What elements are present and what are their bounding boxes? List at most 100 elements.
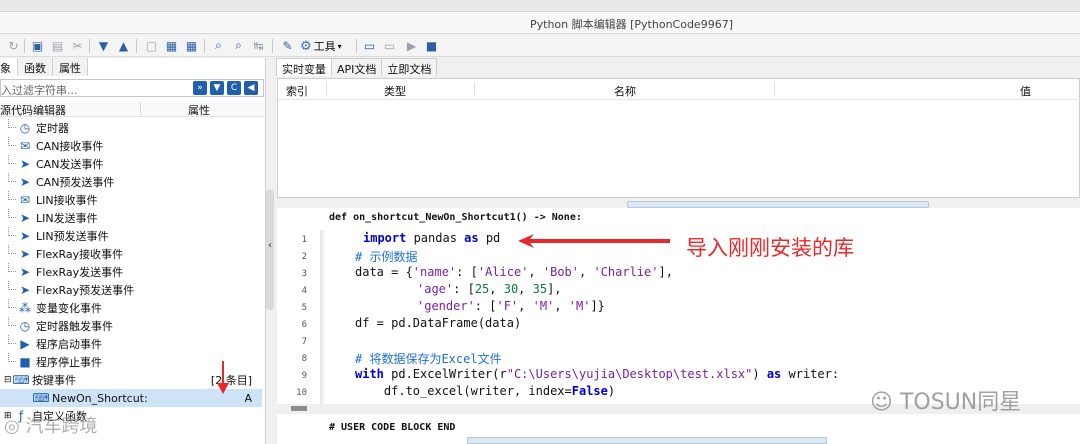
pencil-icon[interactable]: ✎ [280,38,295,53]
tree-item-lin-send[interactable]: ➤ LIN发送事件 [0,209,262,227]
column-index: 索引 [286,85,308,98]
fold-margin [321,230,324,412]
tree-item-variable-change[interactable]: ⁂ 变量变化事件 [0,299,262,317]
filter-input[interactable]: 入过滤字符串... » ▼ C ◀ [0,79,264,97]
tools-menu[interactable]: ⚙ 工具 ▾ [300,37,342,55]
open-folder-icon[interactable]: ▭ [362,38,377,53]
send-icon: ➤ [19,229,31,243]
tree-item-can-receive[interactable]: ✉ CAN接收事件 [0,137,262,155]
bottom-splitter[interactable] [467,437,827,444]
code-line-6[interactable]: df = pd.DataFrame(data) [355,316,1080,333]
column-type: 类型 [384,85,406,98]
tree-item-label: 定时器 [36,122,69,135]
run-icon[interactable]: ▶ [404,38,419,53]
right-tabs: 实时变量 API文档 立即文档 [276,58,438,76]
network-icon: ⁂ [19,301,31,315]
annotation-label: 导入刚刚安装的库 [686,236,854,260]
paste-icon[interactable]: ▤ [50,38,65,53]
tree-item-label: NewOn_Shortcut: [52,391,148,405]
send-icon: ➤ [19,157,31,171]
code-line-9[interactable]: with pd.ExcelWriter(r"C:\Users\yujia\Des… [355,367,1080,384]
tree-item-timer[interactable]: ◷ 定时器 [0,119,262,137]
tree-item-label: 定时器触发事件 [36,320,113,333]
tree-item-label: CAN接收事件 [36,140,104,153]
copy-icon[interactable]: ▣ [30,38,45,53]
open-file-icon[interactable]: ▢ [144,38,159,53]
red-arrow-icon [518,234,670,248]
line-number: 9 [301,371,307,381]
tree-item-label: FlexRay预发送事件 [36,284,135,297]
send-icon: ➤ [19,247,31,261]
code-line-3[interactable]: data = {'name': ['Alice', 'Bob', 'Charli… [355,265,1080,282]
keyboard-icon: ⌨ [12,373,30,387]
tab-api-docs[interactable]: API文档 [331,58,383,76]
code-line-5[interactable]: 'gender': ['F', 'M', 'M']} [417,299,1080,316]
tree-column-header: 源代码编辑器 属性 [0,100,264,117]
wechat-icon: ☺ [870,390,893,415]
tree-item-value: A [244,391,252,405]
send-icon: ➤ [19,211,31,225]
tab-instant-docs[interactable]: 立即文档 [381,58,438,76]
clear-filter-icon[interactable]: » [193,81,207,95]
search-icon[interactable]: ⌕ [211,38,226,53]
send-icon: ➤ [19,175,31,189]
brand-logo-icon: ◎ [4,416,20,437]
horizontal-splitter[interactable] [627,201,929,208]
stop-icon[interactable]: ■ [424,38,439,53]
tree-item-can-send[interactable]: ➤ CAN发送事件 [0,155,262,173]
tab-live-variables[interactable]: 实时变量 [276,58,332,76]
send-icon: ➤ [19,265,31,279]
save-as-icon[interactable]: ▦ [184,38,199,53]
scrollbar-thumb[interactable] [291,406,307,411]
line-number: 4 [301,286,307,296]
line-number: 5 [301,303,307,313]
code-line-7[interactable] [355,333,1080,350]
tree-item-flexray-receive[interactable]: ➤ FlexRay接收事件 [0,245,262,263]
line-number: 10 [296,388,307,398]
code-line-4[interactable]: 'age': [25, 30, 35], [417,282,1080,299]
envelope-icon: ✉ [19,193,31,207]
goto-icon[interactable]: ↹ [251,38,266,53]
column-property: 属性 [188,104,210,117]
play-icon: ▶ [20,337,30,351]
compile-icon[interactable]: ▭ [382,38,397,53]
tree-item-program-start[interactable]: ▶ 程序启动事件 [0,335,262,353]
line-number: 7 [301,337,307,347]
save-icon[interactable]: ▦ [164,38,179,53]
tab-objects[interactable]: 象 [0,58,18,76]
tree-item-label: LIN发送事件 [36,212,98,225]
column-source-editor: 源代码编辑器 [0,104,66,117]
cut-icon[interactable]: ✂ [70,38,85,53]
tree-item-flexray-presend[interactable]: ➤ FlexRay预发送事件 [0,281,262,299]
refresh-icon[interactable]: C [227,81,241,95]
collapse-panel-icon[interactable]: ‹ [268,240,272,251]
tree-item-flexray-send[interactable]: ➤ FlexRay发送事件 [0,263,262,281]
toolbar-separator [24,39,25,53]
envelope-icon: ✉ [19,139,31,153]
move-up-icon[interactable]: ▲ [116,38,131,53]
replace-icon[interactable]: ⌕ [231,38,246,53]
function-signature: def on_shortcut_NewOn_Shortcut1() -> Non… [329,212,582,223]
tree-item-label: CAN发送事件 [36,158,104,171]
left-panel: 象 函数 属性 入过滤字符串... » ▼ C ◀ 源代码编辑器 属性 ◷ 定时… [0,58,266,444]
move-down-icon[interactable]: ▼ [96,38,111,53]
expand-icon[interactable]: ◀ [244,81,258,95]
tab-functions[interactable]: 函数 [18,58,53,76]
toolbar-separator [89,39,90,53]
send-icon: ➤ [19,283,31,297]
column-divider [140,102,141,115]
filter-down-icon[interactable]: ▼ [210,81,224,95]
tree-item-label: FlexRay接收事件 [36,248,124,261]
tree-item-can-presend[interactable]: ➤ CAN预发送事件 [0,173,262,191]
tab-properties[interactable]: 属性 [53,58,88,76]
watermark-left-text: 汽车跨境 [25,416,98,437]
tree-item-lin-receive[interactable]: ✉ LIN接收事件 [0,191,262,209]
tree-item-label: FlexRay发送事件 [36,266,124,279]
tree-item-timer-trigger[interactable]: ◷ 定时器触发事件 [0,317,262,335]
tree-item-lin-presend[interactable]: ➤ LIN预发送事件 [0,227,262,245]
tree-item-label: 按键事件 [32,374,76,387]
left-tabs: 象 函数 属性 [0,58,88,76]
code-line-8[interactable]: # 将数据保存为Excel文件 [355,350,1080,367]
red-arrow-icon [217,361,229,394]
redo-icon[interactable]: ↻ [6,38,21,53]
